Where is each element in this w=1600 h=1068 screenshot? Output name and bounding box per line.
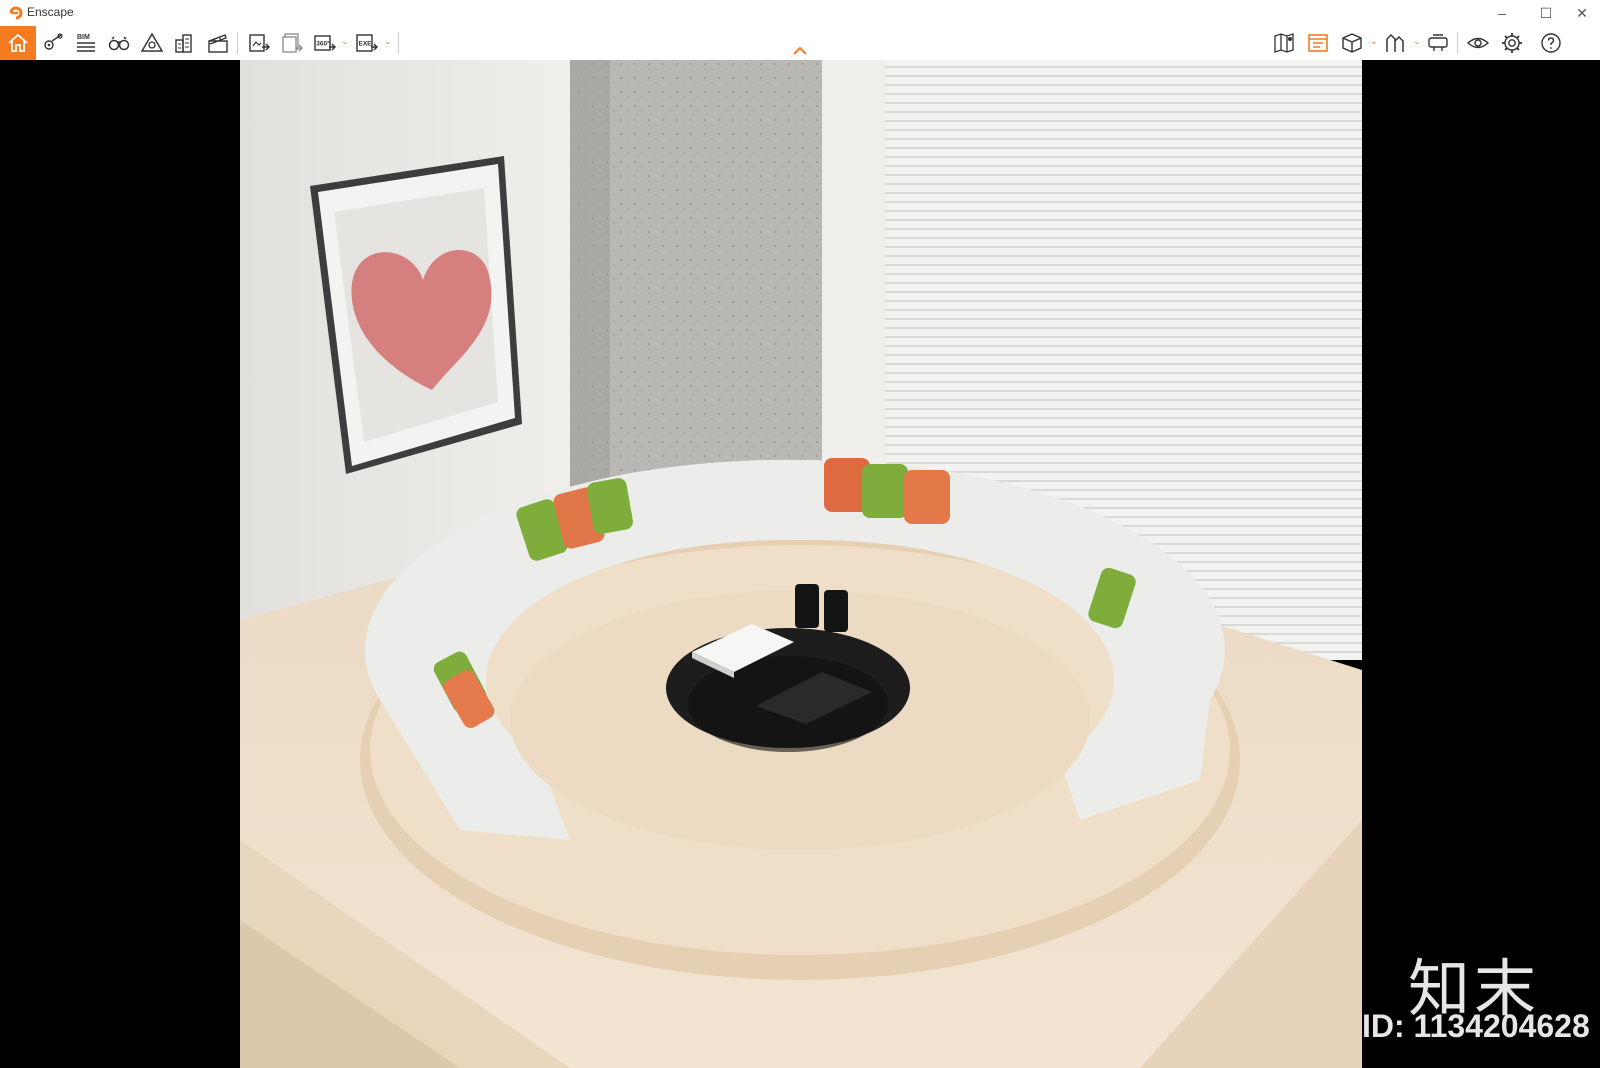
exe-label: EXE [359, 41, 373, 48]
rendered-scene-image [240, 60, 1362, 1068]
video-editor-button[interactable] [202, 27, 234, 59]
warning-icon [140, 32, 164, 52]
screenshot-export-icon [249, 34, 270, 52]
toolbar-separator [1457, 32, 1458, 54]
visibility-button[interactable] [1462, 27, 1494, 59]
watermark-id: ID: 1134204628 [1362, 1008, 1590, 1044]
help-button[interactable] [1535, 27, 1567, 59]
asset-cube-icon [1342, 33, 1362, 53]
exe-export-button[interactable]: EXE [351, 27, 383, 59]
exe-export-icon: EXE [356, 34, 378, 52]
title-bar: Enscape – ☐ ✕ [0, 0, 1600, 27]
panorama-export-icon: 360° [314, 35, 336, 51]
issues-button[interactable] [136, 27, 168, 59]
settings-gear-icon [1502, 33, 1522, 53]
map-button[interactable] [1268, 27, 1300, 59]
panorama-dropdown-caret[interactable]: ⌄ [341, 36, 349, 47]
minimize-button[interactable]: – [1480, 0, 1524, 26]
web-export-icon [1308, 34, 1328, 52]
atlas-button[interactable] [1380, 27, 1412, 59]
panorama-label: 360° [316, 40, 330, 48]
web-export-button[interactable] [1302, 27, 1334, 59]
binoculars-icon [108, 36, 130, 51]
vr-headset-icon [1428, 34, 1448, 51]
enscape-logo-icon [9, 6, 23, 20]
panorama-button[interactable]: 360° [309, 27, 341, 59]
views-button[interactable] [37, 27, 69, 59]
home-button[interactable] [0, 26, 36, 60]
help-icon [1541, 33, 1561, 53]
home-icon [8, 33, 28, 52]
binoculars-button[interactable] [103, 27, 135, 59]
close-button[interactable]: ✕ [1560, 0, 1600, 26]
buildings-icon [175, 34, 192, 53]
window-title: Enscape [27, 5, 74, 19]
site-context-button[interactable] [169, 27, 201, 59]
wall-art-frame [310, 156, 522, 474]
batch-render-button[interactable] [276, 27, 308, 59]
atlas-icon [1386, 33, 1404, 52]
exe-dropdown-caret[interactable]: ⌄ [384, 36, 392, 47]
clapper-icon [208, 34, 228, 53]
map-icon [1274, 33, 1294, 53]
bim-button[interactable]: BIM [70, 27, 102, 59]
atlas-dropdown-caret[interactable]: ⌄ [1413, 36, 1421, 47]
bim-label: BIM [77, 34, 90, 41]
vr-headset-button[interactable] [1422, 27, 1454, 59]
asset-dropdown-caret[interactable]: ⌄ [1370, 36, 1378, 47]
screenshot-button[interactable] [243, 27, 275, 59]
bim-icon: BIM [77, 34, 95, 52]
toolbar-separator [398, 32, 399, 54]
collapse-toolbar-chevron-icon[interactable] [792, 44, 808, 56]
toolbar-separator [237, 32, 238, 54]
settings-button[interactable] [1496, 27, 1528, 59]
batch-render-icon [282, 33, 303, 53]
visibility-eye-icon [1466, 37, 1490, 49]
views-icon [44, 33, 63, 50]
asset-library-button[interactable] [1336, 27, 1368, 59]
